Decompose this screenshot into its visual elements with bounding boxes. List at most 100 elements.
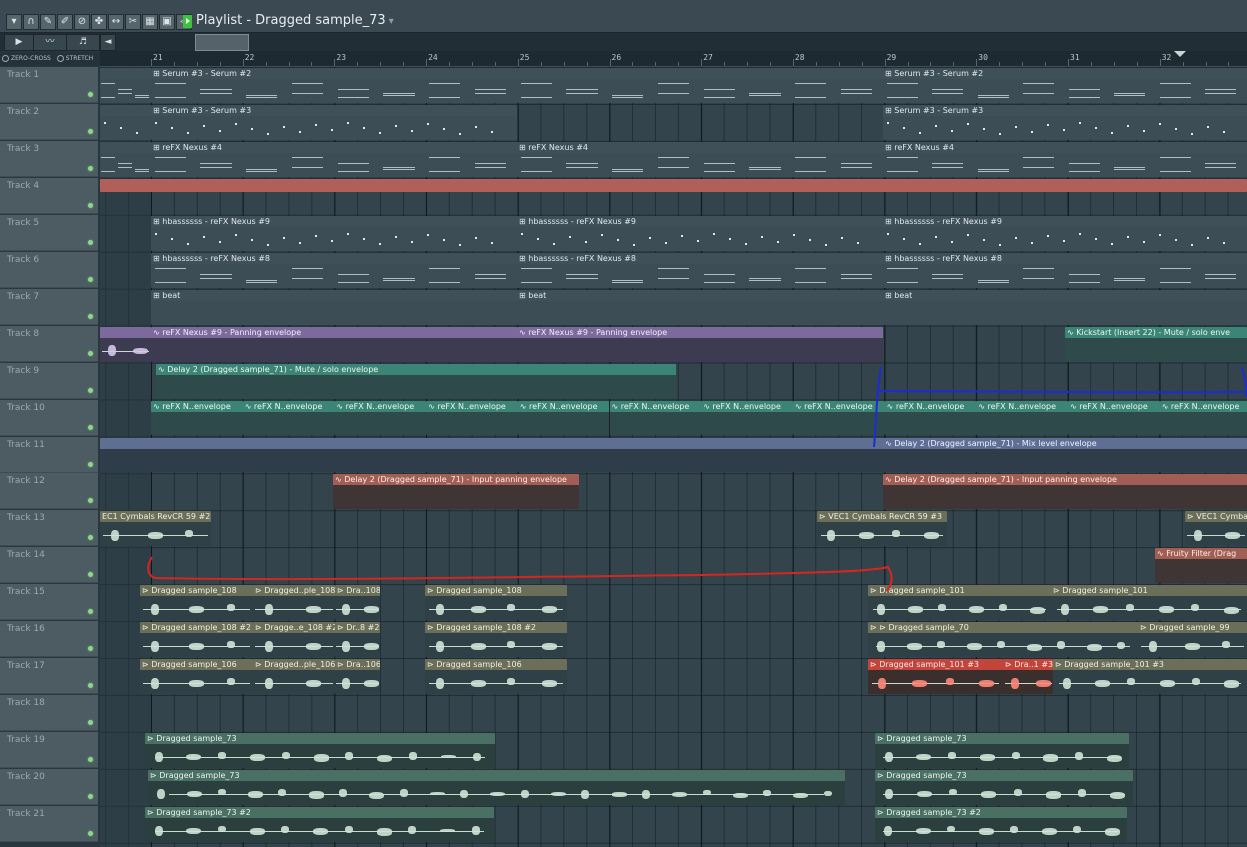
track-name[interactable]: Track 19 (7, 735, 45, 745)
track-name[interactable]: Track 16 (7, 624, 45, 634)
track-name[interactable]: Track 15 (7, 587, 45, 597)
audio-view-button[interactable]: ♬ (66, 34, 100, 51)
track-enable-led[interactable] (88, 202, 93, 208)
track-enable-led[interactable] (88, 128, 93, 134)
playlist-clip[interactable]: ⊳ Dragged sample_101 (1051, 585, 1247, 621)
magnet-icon[interactable]: ∩ (23, 14, 39, 30)
playlist-clip[interactable]: ⊞ Serum #3 - Serum #3 (883, 104, 1247, 140)
track-enable-led[interactable] (88, 165, 93, 171)
track-enable-led[interactable] (88, 794, 93, 800)
track-enable-led[interactable] (88, 276, 93, 282)
track-header[interactable]: Track 18 (0, 695, 98, 732)
playlist-clip[interactable]: ⊳ Dragged sample_106 (425, 659, 567, 695)
playlist-grid[interactable]: ⊞ Serum #3 - Serum #2 ⊞ Serum #3 - Serum … (100, 67, 1247, 847)
playlist-clip[interactable]: ∿ reFX N..envelope (792, 400, 885, 436)
playlist-clip[interactable]: ⊞ hbassssss - reFX Nexus #8 (151, 252, 517, 288)
track-header[interactable]: Track 11 (0, 436, 98, 473)
track-header[interactable]: Track 21 (0, 806, 98, 842)
playlist-clip[interactable]: ∿ reFX N..envelope (151, 400, 243, 436)
playlist-clip[interactable]: ⊳ Dragged sample_73 (875, 770, 1133, 805)
track-enable-led[interactable] (88, 535, 93, 541)
track-name[interactable]: Track 5 (7, 218, 39, 228)
track-enable-led[interactable] (88, 313, 93, 319)
playlist-clip[interactable]: ⊳ Dragged sample_73 (145, 733, 495, 769)
track-name[interactable]: Track 8 (7, 329, 39, 339)
playlist-clip[interactable]: ⊞ Serum #3 - Serum #3 (151, 104, 517, 140)
track4-block[interactable] (100, 178, 1247, 192)
track-enable-led[interactable] (88, 461, 93, 467)
track-name[interactable]: Track 11 (7, 440, 45, 450)
track-name[interactable]: Track 1 (7, 70, 39, 80)
mute-icon[interactable]: ✤ (91, 14, 107, 30)
playlist-clip[interactable]: ∿ reFX N..envelope (884, 400, 977, 436)
track-header[interactable]: Track 16 (0, 621, 98, 658)
pencil-icon[interactable]: ✎ (40, 14, 56, 30)
pattern-view-button[interactable]: ▶ (4, 34, 34, 51)
playlist-clip[interactable]: ⊳ Dragged sample_108 #2 (425, 622, 567, 658)
playlist-clip[interactable]: ⊳ Dragged sample_108 #2 (140, 622, 253, 658)
playlist-clip[interactable]: ⊳ Dragged sample_106 (140, 659, 253, 695)
track-name[interactable]: Track 17 (7, 661, 45, 671)
playlist-clip[interactable]: ∿ reFX N..envelope (426, 400, 518, 436)
slip-icon[interactable]: ↔ (108, 14, 124, 30)
playhead-marker[interactable] (1174, 51, 1186, 57)
track-name[interactable]: Track 10 (7, 403, 45, 413)
track-enable-led[interactable] (88, 572, 93, 578)
track-enable-led[interactable] (88, 424, 93, 430)
playlist-clip[interactable]: ⊞ reFX Nexus #4 (883, 141, 1247, 177)
playlist-clip[interactable]: ⊳ Dra..106 (335, 659, 380, 695)
playlist-clip[interactable]: ∿ reFX Nexus #9 - Panning envelope (151, 326, 517, 362)
track-name[interactable]: Track 13 (7, 513, 45, 523)
playlist-clip[interactable]: ⊞ beat (883, 289, 1247, 325)
playlist-clip[interactable]: ⊳ Dragged sample_101 (868, 585, 1051, 621)
track-enable-led[interactable] (88, 831, 93, 836)
track-name[interactable]: Track 14 (7, 550, 45, 560)
playlist-clip[interactable]: EC1 Cymbals RevCR 59 #2 (100, 511, 211, 547)
playlist-clip[interactable]: ⊳ Dragged sample_108 (140, 585, 253, 621)
track-name[interactable]: Track 21 (7, 809, 45, 819)
track-header[interactable]: Track 7 (0, 288, 98, 325)
playlist-clip[interactable]: ⊳ Dragged sample_101 #3 (868, 659, 1003, 695)
track-enable-led[interactable] (88, 92, 93, 97)
playlist-clip[interactable]: ⊳ VEC1 Cymba (1185, 511, 1247, 547)
track-name[interactable]: Track 20 (7, 772, 45, 782)
track-enable-led[interactable] (88, 683, 93, 689)
select-icon[interactable]: ▦ (142, 14, 158, 30)
chevron-down-icon[interactable]: ▾ (389, 16, 394, 27)
track-name[interactable]: Track 2 (7, 107, 39, 117)
zero-cross-radio[interactable] (2, 55, 9, 62)
playlist-clip[interactable] (517, 68, 883, 103)
track-header[interactable]: Track 2 (0, 103, 98, 140)
playlist-clip[interactable]: ⊳ ⊳ Dragged sample_70 (868, 622, 1138, 658)
playlist-clip[interactable]: ⊞ Serum #3 - Serum #2 (151, 68, 517, 103)
track-header[interactable]: Track 6 (0, 251, 98, 288)
track-header[interactable]: Track 3 (0, 140, 98, 177)
playlist-clip[interactable]: ⊳ Dragged sample_108 (425, 585, 567, 621)
playlist-clip[interactable] (100, 68, 151, 103)
playlist-clip[interactable]: ⊳ Dragged sample_99 (1138, 622, 1247, 658)
playlist-clip[interactable]: ⊳ Dra..1 #3 (1003, 659, 1053, 695)
playlist-clip[interactable]: ∿ reFX N..envelope (242, 400, 335, 436)
delete-icon[interactable]: ⊘ (74, 14, 90, 30)
track-header[interactable]: Track 17 (0, 658, 98, 695)
play-icon[interactable] (183, 15, 192, 28)
playlist-clip[interactable]: ∿ Delay 2 (Dragged sample_71) - Mute / s… (156, 363, 676, 399)
track-header[interactable]: Track 5 (0, 214, 98, 251)
track-header[interactable]: Track 4 (0, 177, 98, 214)
playlist-clip[interactable]: ∿ reFX N..envelope (976, 400, 1068, 436)
track-enable-led[interactable] (88, 239, 93, 245)
stretch-radio[interactable] (56, 55, 64, 62)
track-header[interactable]: Track 8 (0, 325, 98, 362)
playlist-clip[interactable]: ⊞ reFX Nexus #4 (151, 141, 517, 177)
track-name[interactable]: Track 7 (7, 292, 39, 302)
track-enable-led[interactable] (88, 646, 93, 652)
automation-view-button[interactable]: 〰 (33, 34, 67, 51)
track-header[interactable]: Track 20 (0, 769, 98, 806)
menu-icon[interactable]: ▾ (6, 14, 22, 30)
playlist-clip[interactable]: ⊳ Dr..8 #2 (335, 622, 380, 658)
window-title[interactable]: Playlist - Dragged sample_73 ▾ (196, 13, 394, 28)
playlist-clip[interactable]: ∿ reFX N..envelope (1068, 400, 1160, 436)
brush-icon[interactable]: ✐ (57, 14, 73, 30)
playlist-clip[interactable]: ∿ reFX N..envelope (1159, 400, 1247, 436)
track-enable-led[interactable] (88, 498, 93, 504)
